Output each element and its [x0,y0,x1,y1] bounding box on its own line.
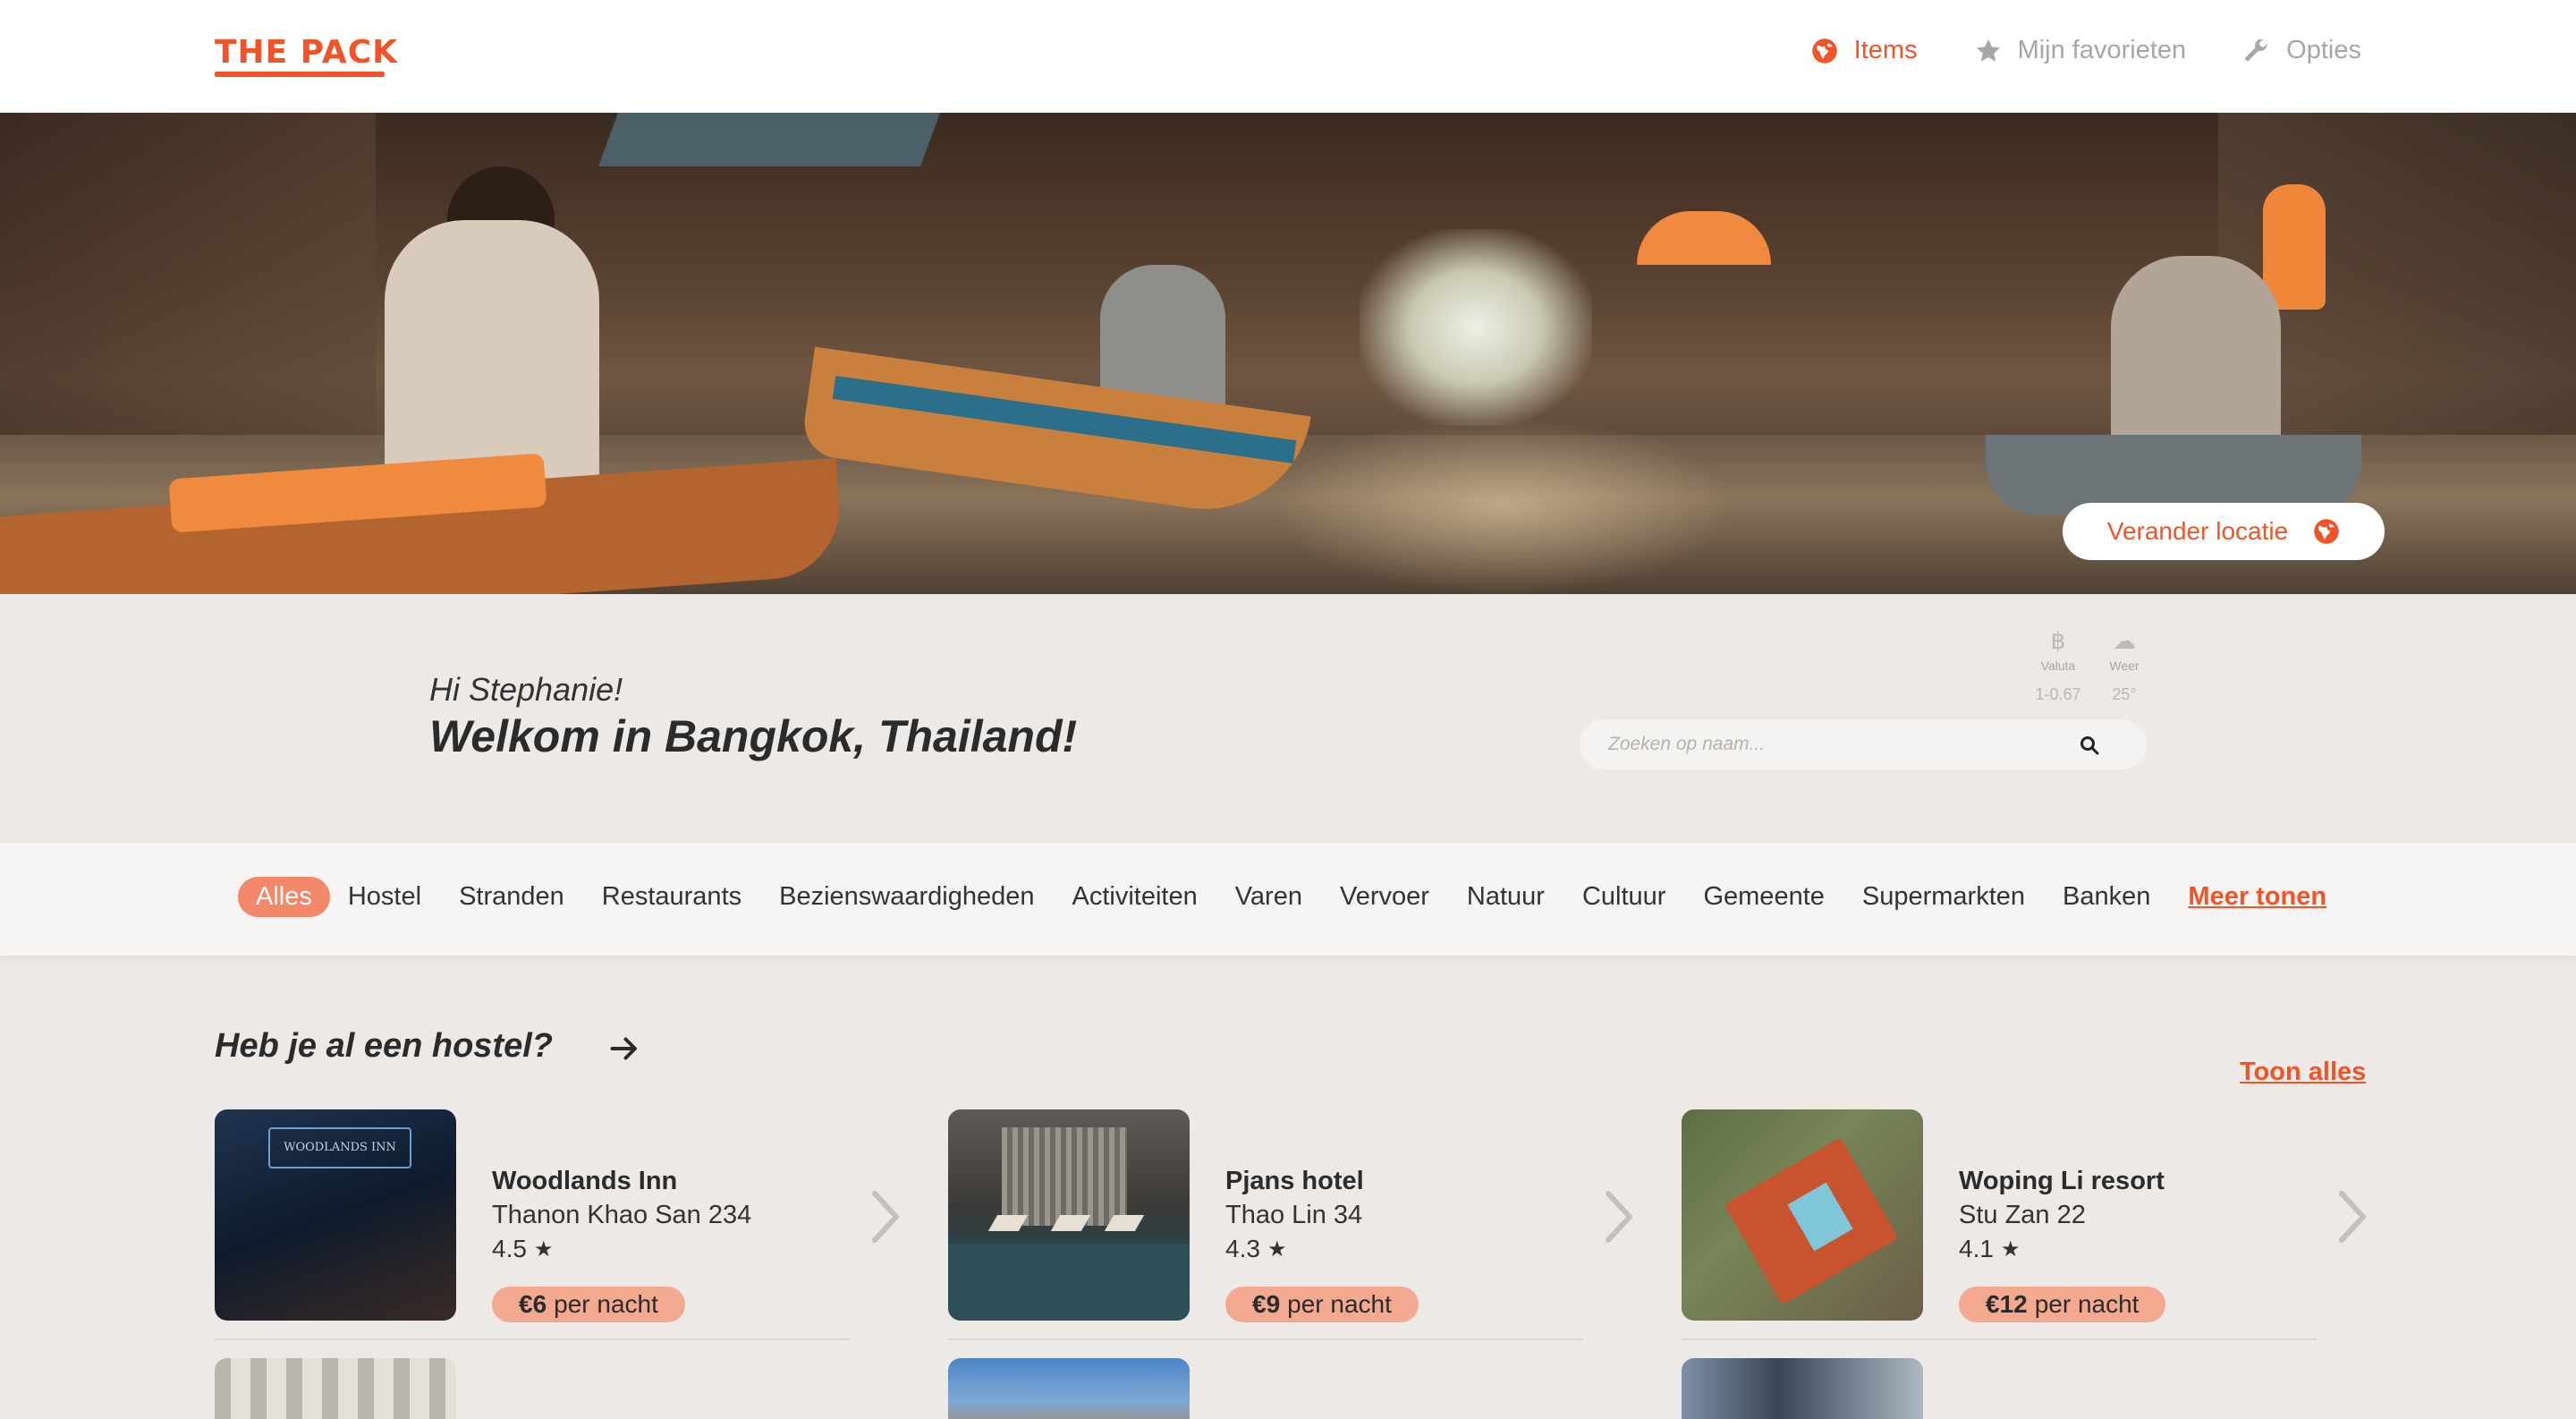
greeting: Hi Stephanie! [429,671,623,708]
category-natuur[interactable]: Natuur [1467,882,1545,912]
price-amount: €6 [519,1290,547,1318]
nav-favorites[interactable]: Mijn favorieten [1975,36,2187,65]
chevron-right-icon[interactable] [2334,1188,2370,1245]
category-gemeente[interactable]: Gemeente [1703,882,1824,912]
hostel-card[interactable]: Woping Li resort Stu Zan 22 4.1 ★ €12 pe… [1682,1109,2366,1340]
hostel-thumbnail-partial[interactable] [215,1358,456,1419]
welcome-section: Hi Stephanie! Welkom in Bangkok, Thailan… [0,594,2576,843]
hostel-name: Pjans hotel [1225,1167,1364,1195]
star-icon: ★ [533,1236,554,1262]
info-widgets: ฿ Valuta 1-0.67 ☁ Weer 25° [2035,626,2145,704]
price-suffix: per nacht [2034,1290,2140,1318]
currency-widget[interactable]: ฿ Valuta 1-0.67 [2035,626,2081,704]
currency-value: 1-0.67 [2035,685,2081,703]
search-input[interactable] [1608,726,2073,762]
price-amount: €12 [1986,1290,2028,1318]
star-icon: ★ [1267,1236,1287,1262]
nav-items-label: Items [1853,36,1918,64]
hostel-card[interactable]: Pjans hotel Thao Lin 34 4.3 ★ €9 per nac… [948,1109,1632,1340]
globe-icon [1811,38,1837,64]
currency-label: Valuta [2040,659,2076,673]
hostel-thumbnail-partial[interactable] [948,1358,1190,1419]
rating-value: 4.1 [1959,1235,1994,1262]
hostel-name: Woping Li resort [1959,1167,2165,1195]
star-icon: ★ [2000,1236,2021,1262]
category-banken[interactable]: Banken [2063,882,2150,912]
rating-value: 4.3 [1225,1235,1260,1262]
logo[interactable]: THE PACK [215,34,398,72]
price-badge: €12 per nacht [1959,1287,2166,1322]
section-title: Heb je al een hostel? [215,1027,553,1065]
globe-icon [2314,519,2339,544]
nav-items[interactable]: Items [1811,36,1918,65]
logo-underline [215,72,385,77]
top-bar: THE PACK Items Mijn favorieten Opties [0,0,2576,113]
chevron-right-icon[interactable] [868,1188,903,1245]
hostel-name: Woodlands Inn [492,1167,678,1195]
hostel-thumbnail [1682,1109,1923,1321]
category-activiteiten[interactable]: Activiteiten [1072,882,1198,912]
hostel-thumbnail [948,1109,1190,1321]
change-location-button[interactable]: Verander locatie [2063,503,2385,560]
category-supermarkten[interactable]: Supermarkten [1862,882,2025,912]
rating-value: 4.5 [492,1235,527,1262]
hostel-address: Thao Lin 34 [1225,1201,1363,1229]
price-suffix: per nacht [554,1290,658,1318]
nav-options[interactable]: Opties [2243,36,2361,65]
wrench-icon [2245,38,2268,61]
baht-icon: ฿ [2050,627,2066,654]
weather-widget[interactable]: ☁ Weer 25° [2104,626,2145,704]
category-bar: Alles Hostel Stranden Restaurants Bezien… [0,843,2576,956]
search-icon[interactable] [2079,735,2100,756]
weather-value: 25° [2112,685,2137,703]
category-restaurants[interactable]: Restaurants [602,882,741,912]
hostel-sign: WOODLANDS INN [268,1127,411,1168]
show-more-categories-link[interactable]: Meer tonen [2188,882,2326,912]
category-stranden[interactable]: Stranden [459,882,564,912]
hostel-thumbnail-partial[interactable] [1682,1358,1923,1419]
hostel-address: Thanon Khao San 234 [492,1201,752,1229]
category-cultuur[interactable]: Cultuur [1582,882,1666,912]
category-hostel[interactable]: Hostel [348,882,421,912]
show-all-link[interactable]: Toon alles [2240,1058,2366,1087]
arrow-right-icon[interactable] [608,1032,640,1065]
nav-options-label: Opties [2286,36,2361,64]
star-icon [1976,38,2000,62]
hostel-rating: 4.1 ★ [1959,1235,2020,1263]
cloud-icon: ☁ [2113,627,2136,654]
price-suffix: per nacht [1287,1290,1392,1318]
category-varen[interactable]: Varen [1235,882,1302,912]
category-list: Alles Hostel Stranden Restaurants Bezien… [238,877,2326,917]
main-nav: Items Mijn favorieten Opties [1811,36,2361,65]
price-badge: €9 per nacht [1225,1287,1419,1322]
change-location-label: Verander locatie [2106,517,2289,545]
category-vervoer[interactable]: Vervoer [1340,882,1429,912]
hostel-thumbnail: WOODLANDS INN [215,1109,456,1321]
category-bezienswaardigheden[interactable]: Bezienswaardigheden [779,882,1034,912]
chevron-right-icon[interactable] [1601,1188,1637,1245]
hostel-card[interactable]: WOODLANDS INN Woodlands Inn Thanon Khao … [215,1109,899,1340]
category-alles[interactable]: Alles [238,877,330,917]
search-bar [1580,719,2147,769]
hostel-rating: 4.5 ★ [492,1235,553,1263]
nav-favorites-label: Mijn favorieten [2017,36,2187,64]
weather-label: Weer [2109,659,2140,673]
price-amount: €9 [1252,1290,1281,1318]
hostel-address: Stu Zan 22 [1959,1201,2086,1229]
hostel-rating: 4.3 ★ [1225,1235,1286,1263]
welcome-title: Welkom in Bangkok, Thailand! [429,711,1078,761]
price-badge: €6 per nacht [492,1287,685,1322]
